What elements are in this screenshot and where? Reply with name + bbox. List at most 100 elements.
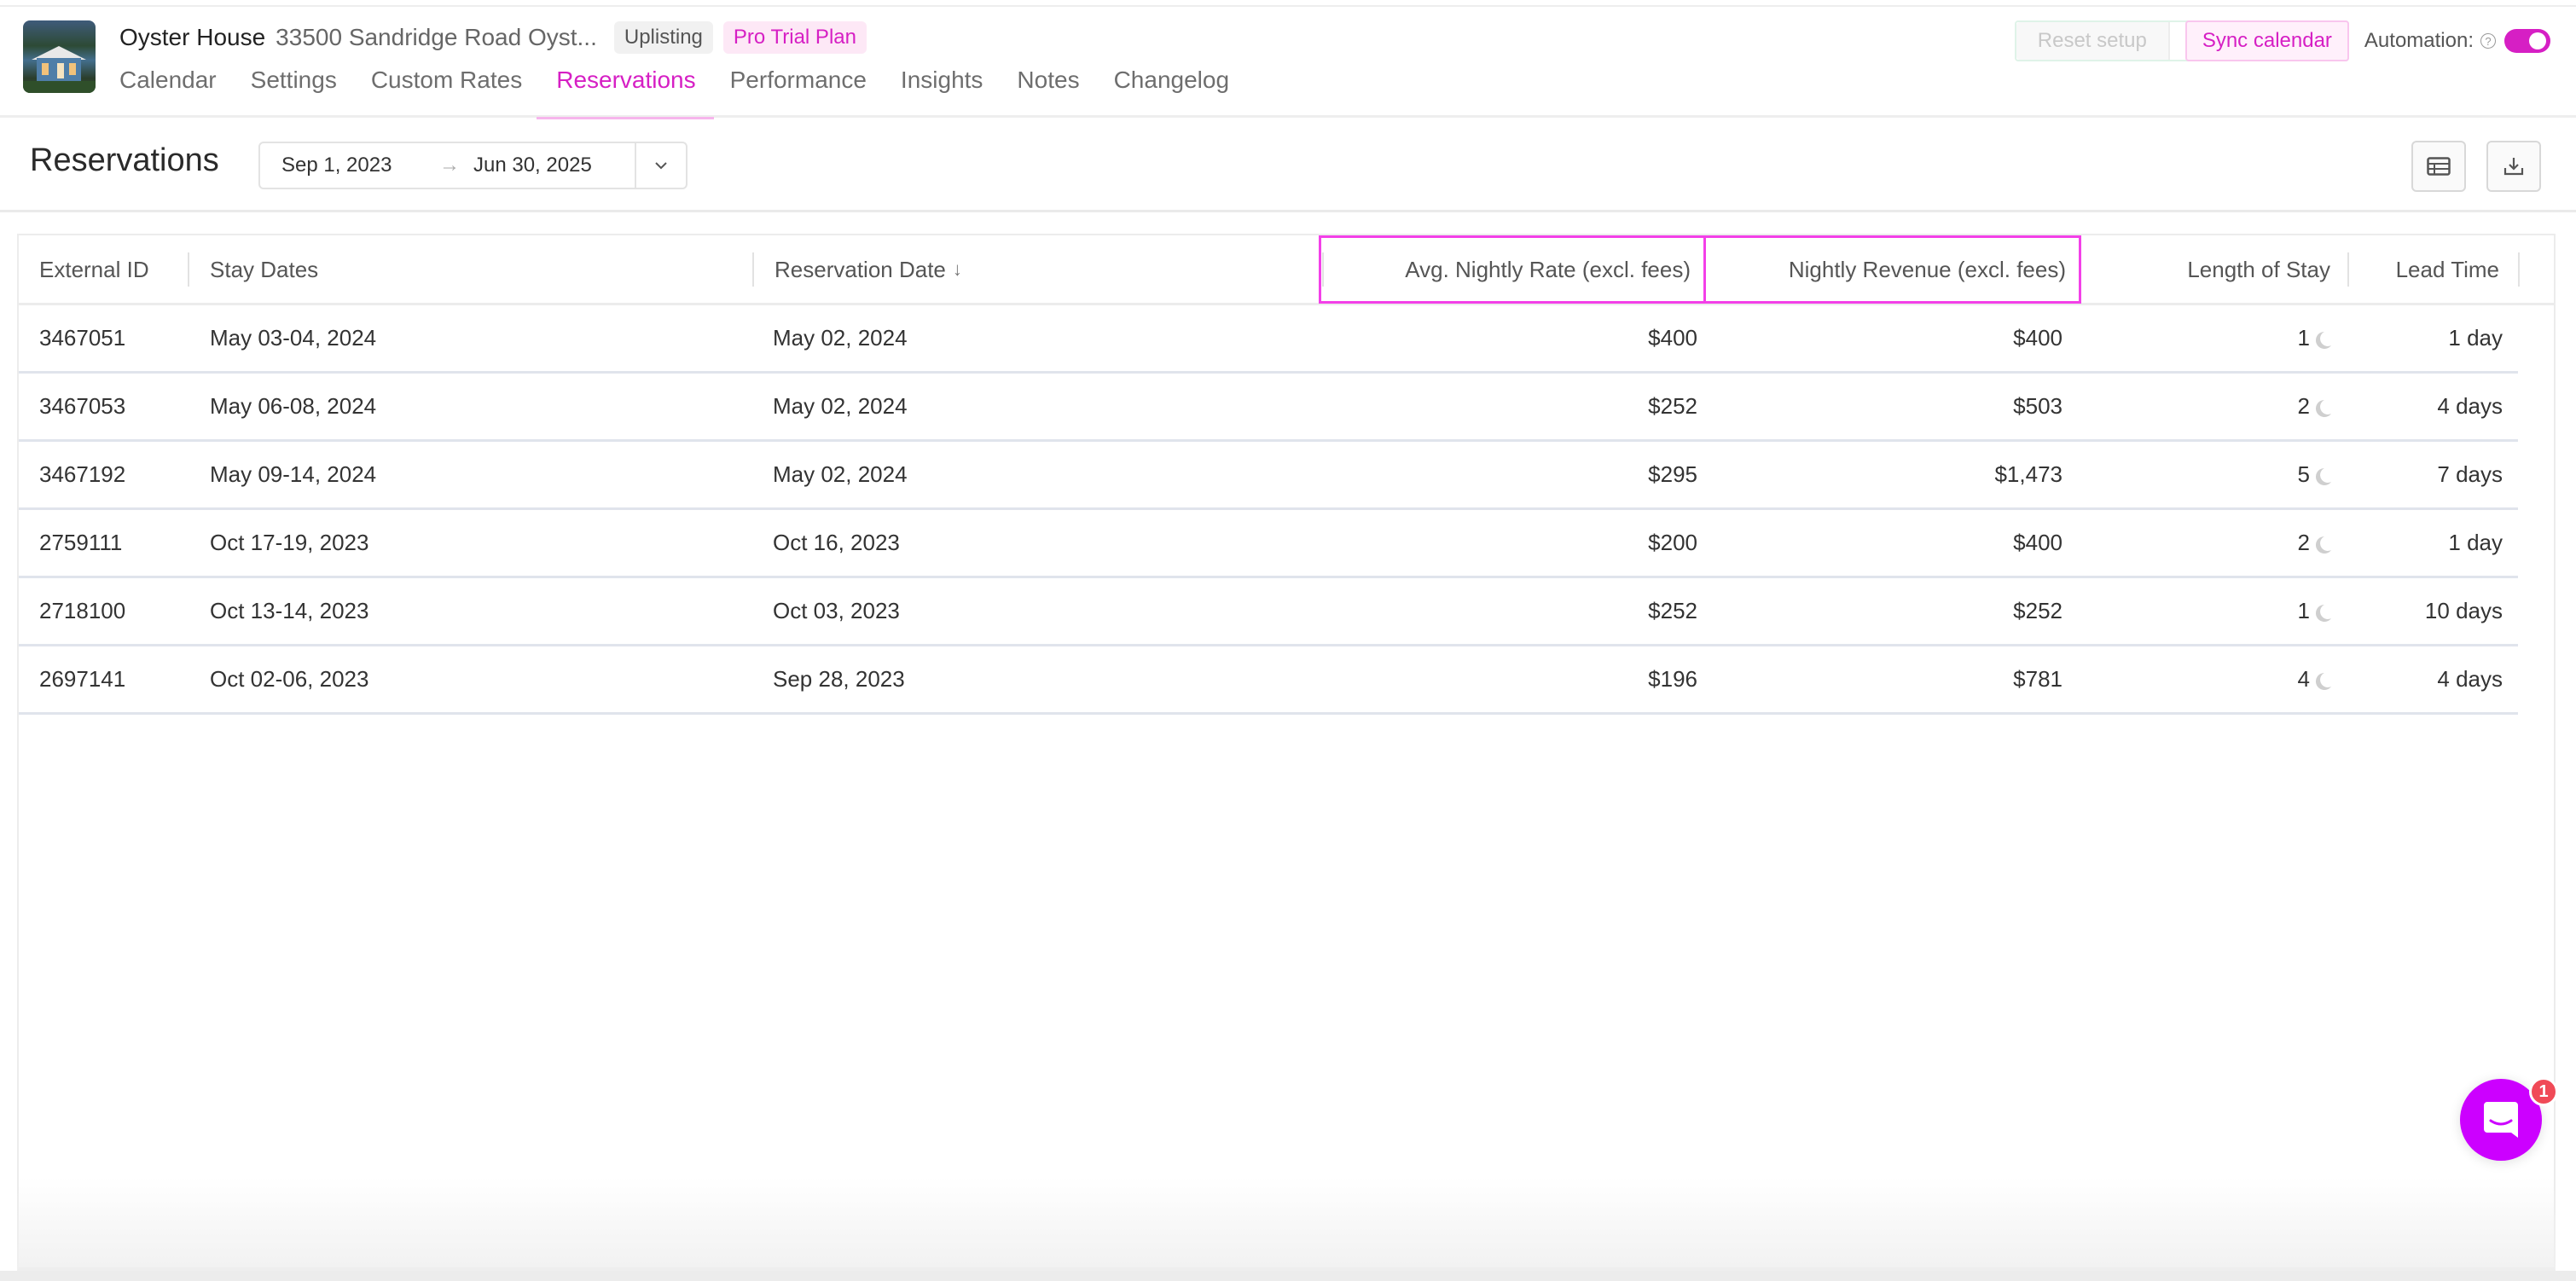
moon-icon	[2315, 466, 2332, 485]
nights-count: 2	[2297, 393, 2310, 419]
page-bottom	[0, 1271, 2576, 1281]
cell-avg-nightly-rate: $295	[1648, 461, 1697, 487]
download-button[interactable]	[2486, 141, 2541, 192]
column-label: Reservation Date	[775, 256, 946, 282]
cell-length-of-stay: 1	[2071, 305, 2344, 371]
tab-performance[interactable]: Performance	[730, 60, 867, 118]
date-end-input[interactable]: Jun 30, 2025	[473, 154, 635, 177]
cell-lead-time: 7 days	[2437, 461, 2503, 487]
table-row[interactable]: 3467192 May 09-14, 2024 May 02, 2024 $295 $1…	[19, 442, 2518, 510]
table-row[interactable]: 2718100 Oct 13-14, 2023 Oct 03, 2023 $252 $2…	[19, 578, 2518, 646]
date-range-picker[interactable]: Sep 1, 2023 → Jun 30, 2025	[258, 142, 688, 189]
tab-calendar[interactable]: Calendar	[119, 60, 217, 118]
column-header-length-of-stay[interactable]: Length of Stay	[2081, 235, 2349, 304]
property-title-row: Oyster House 33500 Sandridge Road Oyst..…	[119, 20, 867, 55]
moon-icon	[2315, 397, 2332, 417]
column-header-avg-nightly-rate[interactable]: Avg. Nightly Rate (excl. fees)	[1319, 235, 1706, 304]
cell-reservation-date: May 02, 2024	[773, 393, 908, 419]
download-icon	[2503, 158, 2524, 176]
date-presets-dropdown[interactable]	[635, 143, 686, 188]
cell-lead-time: 4 days	[2437, 666, 2503, 692]
column-label: Avg. Nightly Rate (excl. fees)	[1405, 256, 1691, 282]
column-label: Length of Stay	[2187, 256, 2330, 282]
column-label: Lead Time	[2395, 256, 2499, 282]
reset-setup-button[interactable]: Reset setup	[2016, 22, 2170, 60]
tab-insights[interactable]: Insights	[901, 60, 983, 118]
cell-external-id: 3467051	[39, 325, 126, 351]
reservations-toolbar: Reservations Sep 1, 2023 → Jun 30, 2025	[0, 120, 2576, 212]
sync-calendar-button[interactable]: Sync calendar	[2184, 20, 2349, 61]
columns-button[interactable]	[2411, 141, 2466, 192]
cell-avg-nightly-rate: $252	[1648, 393, 1697, 419]
column-label: Stay Dates	[210, 256, 319, 282]
chat-icon	[2484, 1102, 2518, 1138]
help-icon[interactable]: ?	[2480, 33, 2496, 49]
chevron-down-icon	[655, 162, 667, 170]
table-row[interactable]: 3467051 May 03-04, 2024 May 02, 2024 $400 $4…	[19, 305, 2518, 374]
date-start-input[interactable]: Sep 1, 2023	[281, 154, 418, 177]
cell-avg-nightly-rate: $400	[1648, 325, 1697, 351]
cell-length-of-stay: 4	[2071, 646, 2344, 712]
tab-custom-rates[interactable]: Custom Rates	[371, 60, 522, 118]
tab-changelog[interactable]: Changelog	[1114, 60, 1229, 118]
cell-stay-dates: May 03-04, 2024	[210, 325, 377, 351]
table-columns-icon	[2427, 157, 2451, 176]
cell-reservation-date: Oct 03, 2023	[773, 598, 900, 623]
column-header-stay-dates[interactable]: Stay Dates	[189, 235, 754, 304]
cell-stay-dates: May 09-14, 2024	[210, 461, 377, 487]
top-border	[0, 0, 2576, 7]
cell-nightly-revenue: $400	[2013, 325, 2063, 351]
cell-lead-time: 1 day	[2448, 530, 2503, 555]
column-label: Nightly Revenue (excl. fees)	[1788, 256, 2066, 282]
cell-avg-nightly-rate: $252	[1648, 598, 1697, 623]
tab-reservations[interactable]: Reservations	[537, 60, 715, 119]
moon-icon	[2315, 670, 2332, 690]
column-header-external-id[interactable]: External ID	[19, 235, 189, 304]
tab-notes[interactable]: Notes	[1017, 60, 1079, 118]
cell-reservation-date: Oct 16, 2023	[773, 530, 900, 555]
column-label: External ID	[39, 256, 149, 282]
setup-button-group: Reset setup Sync calendar	[2014, 20, 2349, 61]
cell-nightly-revenue: $400	[2013, 530, 2063, 555]
column-resize-handle[interactable]	[2518, 252, 2520, 287]
column-header-reservation-date[interactable]: Reservation Date ↓	[754, 235, 1324, 304]
nights-count: 1	[2297, 325, 2310, 351]
cell-lead-time: 1 day	[2448, 325, 2503, 351]
toggle-knob	[2529, 32, 2546, 49]
cell-stay-dates: Oct 13-14, 2023	[210, 598, 369, 623]
automation-toggle[interactable]	[2504, 29, 2550, 53]
unread-count-badge: 1	[2529, 1077, 2558, 1106]
cell-stay-dates: Oct 02-06, 2023	[210, 666, 369, 692]
property-name: Oyster House	[119, 24, 266, 50]
cell-length-of-stay: 1	[2071, 578, 2344, 644]
tab-settings[interactable]: Settings	[251, 60, 337, 118]
column-header-nightly-revenue[interactable]: Nightly Revenue (excl. fees)	[1703, 235, 2081, 304]
nights-count: 5	[2297, 461, 2310, 487]
arrow-right-icon: →	[439, 154, 460, 177]
table-row[interactable]: 3467053 May 06-08, 2024 May 02, 2024 $252 $5…	[19, 374, 2518, 442]
property-tabs: Calendar Settings Custom Rates Reservati…	[119, 60, 1263, 119]
cell-reservation-date: Sep 28, 2023	[773, 666, 905, 692]
nights-count: 4	[2297, 666, 2310, 692]
cell-reservation-date: May 02, 2024	[773, 325, 908, 351]
cell-nightly-revenue: $1,473	[1994, 461, 2063, 487]
cell-lead-time: 4 days	[2437, 393, 2503, 419]
uplisting-badge: Uplisting	[613, 21, 713, 54]
cell-external-id: 2697141	[39, 666, 126, 692]
cell-external-id: 2759111	[39, 530, 123, 555]
column-header-lead-time[interactable]: Lead Time	[2349, 235, 2520, 304]
cell-avg-nightly-rate: $196	[1648, 666, 1697, 692]
cell-length-of-stay: 5	[2071, 442, 2344, 507]
table-row[interactable]: 2697141 Oct 02-06, 2023 Sep 28, 2023 $196 $7…	[19, 646, 2518, 715]
table-row[interactable]: 2759111 Oct 17-19, 2023 Oct 16, 2023 $200 $4…	[19, 510, 2518, 578]
automation-label: Automation:	[2364, 29, 2474, 52]
cell-avg-nightly-rate: $200	[1648, 530, 1697, 555]
cell-nightly-revenue: $781	[2013, 666, 2063, 692]
moon-icon	[2315, 534, 2332, 554]
property-header: Oyster House 33500 Sandridge Road Oyst..…	[0, 7, 2576, 119]
plan-badge: Pro Trial Plan	[722, 21, 867, 54]
moon-icon	[2315, 602, 2332, 622]
cell-reservation-date: May 02, 2024	[773, 461, 908, 487]
property-address: 33500 Sandridge Road Oyst...	[276, 24, 597, 50]
cell-external-id: 3467053	[39, 393, 126, 419]
